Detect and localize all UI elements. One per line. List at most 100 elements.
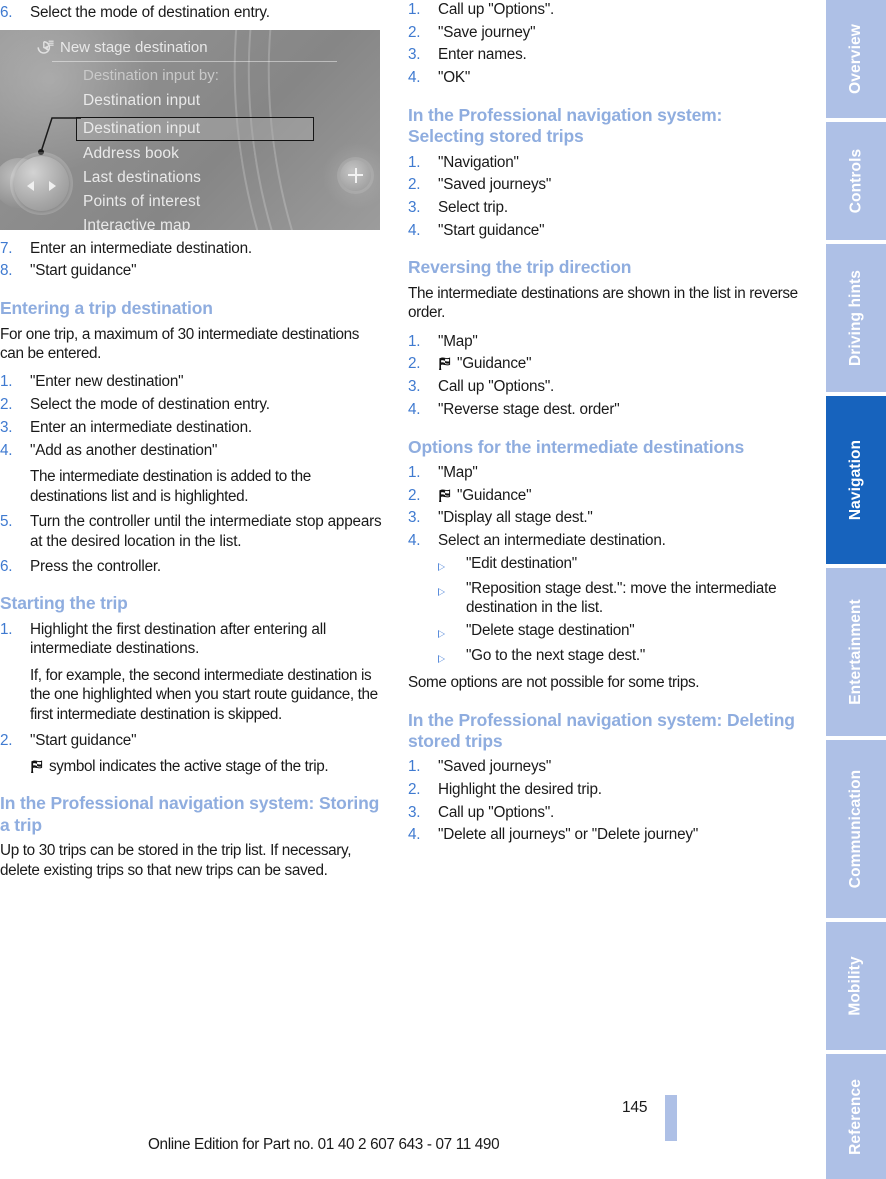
section-intro: Up to 30 trips can be stored in the trip… — [0, 842, 352, 879]
list-item: 2. Select the mode of destination entry. — [0, 395, 382, 415]
options-sub-list: "Edit destination" "Reposition stage des… — [408, 554, 800, 668]
list-text: Call up "Options". — [438, 803, 555, 821]
step-note: If, for example, the second intermediate… — [0, 666, 382, 724]
list-item: 1. Call up "Options". — [408, 0, 800, 20]
list-item: 4. "Add as another destination" — [0, 441, 382, 461]
triangle-bullet-icon — [438, 646, 466, 668]
list-number: 6. — [0, 557, 13, 575]
tab-controls[interactable]: Controls — [826, 122, 886, 240]
list-number: 1. — [408, 463, 421, 481]
idrive-menu-item[interactable]: Destination input — [83, 92, 200, 110]
list-text: "Reverse stage dest. order" — [438, 400, 620, 418]
list-number: 4. — [0, 441, 13, 459]
idrive-menu-item[interactable]: Interactive map — [83, 217, 190, 230]
list-text: Select trip. — [438, 199, 508, 216]
list-text: Select an intermediate destination. — [438, 532, 666, 549]
step-note-text: If, for example, the second intermediate… — [30, 667, 378, 723]
idrive-menu-item[interactable]: Last destinations — [83, 169, 201, 187]
section-heading-entering-trip: Entering a trip destination — [0, 298, 213, 319]
section-heading-reversing: Reversing the trip direction — [408, 257, 632, 278]
steps-7-8-list: 7. Enter an intermediate destination. 8.… — [0, 239, 382, 281]
idrive-menu-item-selected[interactable]: Destination input — [83, 120, 200, 138]
list-text: Select the mode of destination entry. — [30, 4, 270, 21]
controller-knob-icon[interactable] — [14, 155, 69, 211]
sub-list-item: "Reposition stage dest.": move the inter… — [408, 579, 800, 618]
list-item: 1. Highlight the first destination after… — [0, 620, 382, 659]
list-item: 2. Highlight the desired trip. — [408, 780, 800, 800]
list-text: "Save journey" — [438, 23, 536, 41]
list-text-with-icon: "Guidance" — [438, 486, 800, 506]
list-text: "Map" — [438, 463, 478, 481]
idrive-menu-item[interactable]: Points of interest — [83, 193, 200, 211]
list-text: "Saved journeys" — [438, 758, 552, 776]
sub-list-text: "Delete stage destination" — [466, 622, 635, 640]
tab-reference[interactable]: Reference — [826, 1054, 886, 1179]
list-text: Press the controller. — [30, 557, 161, 575]
list-number: 3. — [408, 378, 421, 396]
list-item: 4. Select an intermediate destination. — [408, 531, 800, 551]
list-text: "Guidance" — [457, 486, 532, 504]
checkered-flag-icon — [438, 357, 453, 371]
tab-entertainment[interactable]: Entertainment — [826, 568, 886, 736]
list-text: Enter an intermediate destination. — [30, 418, 252, 436]
step-6-list: 6. Select the mode of destination entry. — [0, 3, 382, 23]
list-text: "Add as another destination" — [30, 441, 218, 459]
tab-communication[interactable]: Communication — [826, 740, 886, 918]
list-item: 1. "Enter new destination" — [0, 372, 382, 392]
list-item: 3. Call up "Options". — [408, 377, 800, 397]
checkered-flag-icon — [438, 488, 453, 502]
list-item: 3. Enter an intermediate destination. — [0, 418, 382, 438]
starting-trip-steps: 1. Highlight the first destination after… — [0, 620, 382, 777]
list-item: 2. "Start guidance" — [0, 731, 382, 751]
list-number: 4. — [408, 826, 421, 844]
list-item: 6. Select the mode of destination entry. — [0, 3, 382, 23]
tab-label: Overview — [847, 24, 865, 94]
selecting-trips-steps: 1. "Navigation" 2. "Saved journeys" 3. S… — [408, 153, 800, 241]
step-note-text: symbol indicates the active stage of the… — [49, 757, 329, 775]
tab-overview[interactable]: Overview — [826, 0, 886, 118]
tab-navigation[interactable]: Navigation — [826, 396, 886, 564]
list-number: 1. — [0, 620, 13, 638]
plus-icon[interactable] — [340, 159, 371, 191]
list-item: 4. "Start guidance" — [408, 221, 800, 241]
list-number: 3. — [408, 803, 421, 821]
list-text: Call up "Options". — [438, 378, 555, 396]
section-intro: The intermediate destinations are shown … — [408, 284, 798, 322]
list-text: Highlight the desired trip. — [438, 780, 602, 798]
list-text: Call up "Options". — [438, 1, 555, 18]
chapter-tab-rail: Overview Controls Driving hints Navigati… — [820, 0, 886, 1179]
storing-trip-steps: 1. Call up "Options". 2. "Save journey" … — [408, 0, 800, 88]
tab-mobility[interactable]: Mobility — [826, 922, 886, 1050]
idrive-screenshot: New stage destination Destination input … — [0, 29, 380, 230]
list-text: "Display all stage dest." — [438, 509, 593, 527]
tab-driving-hints[interactable]: Driving hints — [826, 244, 886, 392]
deleting-trips-steps: 1. "Saved journeys" 2. Highlight the des… — [408, 757, 800, 845]
list-number: 1. — [408, 1, 421, 18]
list-item: 4. "OK" — [408, 68, 800, 88]
reversing-steps: 1. "Map" 2. "Guidance" 3. Call up "Optio… — [408, 332, 800, 420]
list-text: "Start guidance" — [30, 732, 137, 750]
idrive-menu-item[interactable]: Address book — [83, 145, 179, 163]
list-number: 1. — [0, 373, 13, 391]
section-heading-options: Options for the intermediate destination… — [408, 436, 745, 457]
section-heading-starting-trip: Starting the trip — [0, 593, 128, 614]
page-number: 145 — [622, 1099, 648, 1116]
options-steps: 1. "Map" 2. "Guidance" 3. "Display all s… — [408, 463, 800, 668]
list-number: 4. — [408, 400, 421, 418]
idrive-title-divider — [52, 60, 337, 62]
list-text: "Map" — [438, 332, 478, 350]
sub-list-text: "Edit destination" — [466, 554, 577, 572]
step-note-with-icon: symbol indicates the active stage of the… — [0, 757, 382, 776]
sub-list-text: "Reposition stage dest.": move the inter… — [466, 579, 777, 617]
sub-list-text: "Go to the next stage dest." — [466, 647, 646, 665]
list-item: 1. "Map" — [408, 463, 800, 483]
triangle-bullet-icon — [438, 554, 466, 576]
triangle-bullet-icon — [438, 621, 466, 643]
list-text: "Start guidance" — [438, 221, 545, 239]
list-item: 1. "Saved journeys" — [408, 757, 800, 777]
step-note-text-wrap: symbol indicates the active stage of the… — [30, 757, 382, 776]
options-note: Some options are not possible for some t… — [408, 674, 700, 692]
sub-list-item: "Delete stage destination" — [408, 621, 800, 643]
list-number: 5. — [0, 513, 13, 531]
knob-left-arrow-icon — [27, 180, 34, 191]
